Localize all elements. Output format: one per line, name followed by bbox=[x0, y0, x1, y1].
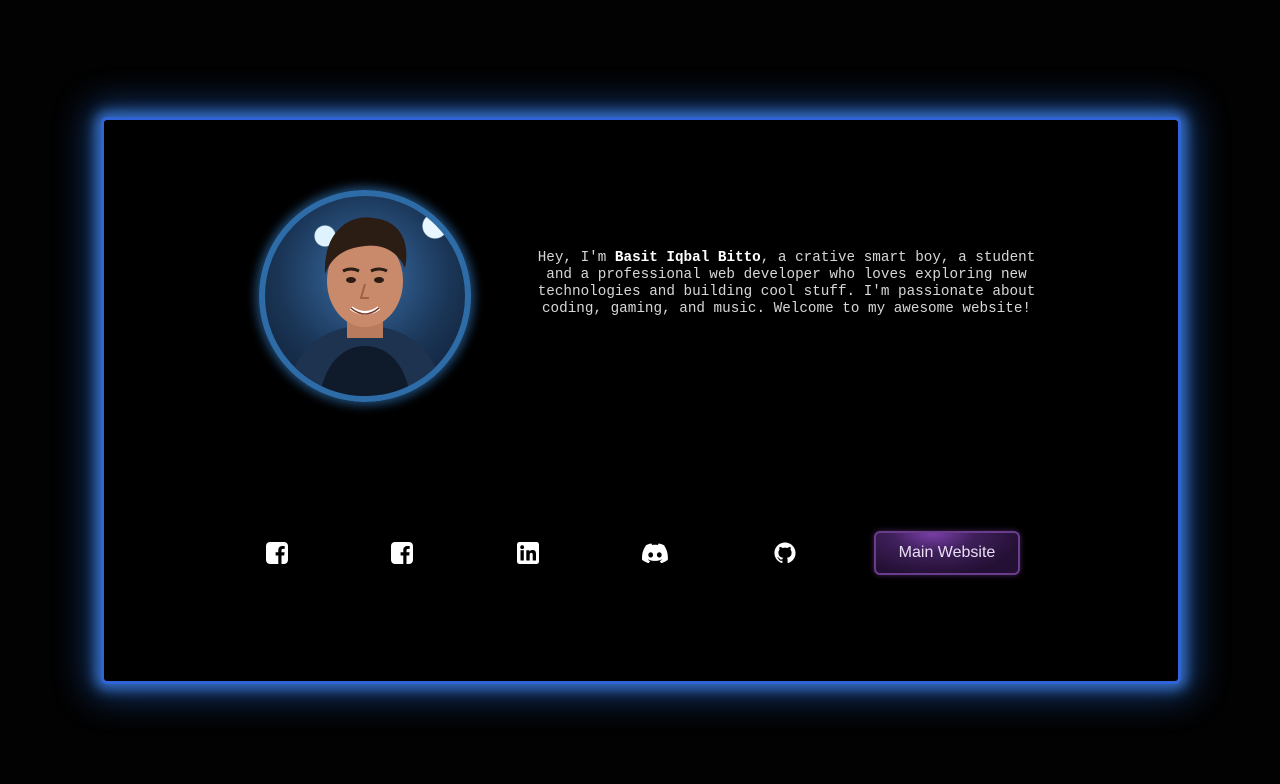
facebook-square-icon bbox=[266, 542, 288, 564]
bio-text: Hey, I'm Basit Iqbal Bitto, a crative sm… bbox=[529, 250, 1044, 318]
bio-prefix: Hey, I'm bbox=[537, 250, 615, 266]
facebook-link[interactable] bbox=[264, 540, 290, 566]
linkedin-link[interactable] bbox=[515, 540, 541, 566]
github-link[interactable] bbox=[772, 540, 798, 566]
main-website-button[interactable]: Main Website bbox=[874, 531, 1020, 575]
linkedin-icon bbox=[517, 542, 539, 564]
profile-card: Hey, I'm Basit Iqbal Bitto, a crative sm… bbox=[101, 117, 1181, 684]
portrait-illustration bbox=[285, 217, 445, 396]
facebook-page-link[interactable] bbox=[389, 540, 415, 566]
profile-avatar bbox=[259, 190, 471, 402]
github-icon bbox=[774, 542, 796, 564]
discord-link[interactable] bbox=[642, 540, 668, 566]
facebook-square-icon bbox=[391, 542, 413, 564]
discord-icon bbox=[642, 543, 668, 563]
author-name: Basit Iqbal Bitto bbox=[614, 250, 761, 266]
